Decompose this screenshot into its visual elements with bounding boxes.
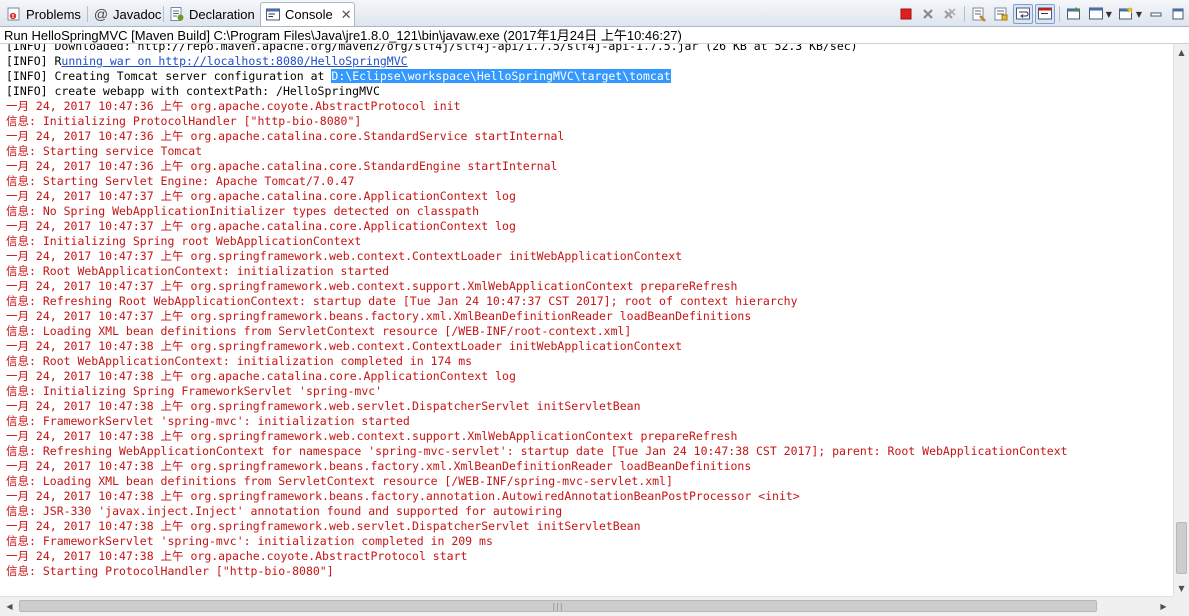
console-line: 信息: Root WebApplicationContext: initiali… (6, 264, 390, 278)
console-lines: [INFO] Downloaded: http://repo.maven.apa… (6, 44, 1068, 579)
minimize-icon[interactable] (1146, 4, 1166, 24)
vertical-scroll-thumb[interactable] (1176, 522, 1187, 574)
console-line: 信息: FrameworkServlet 'spring-mvc': initi… (6, 534, 493, 548)
console-line: 一月 24, 2017 10:47:37 上午 org.springframew… (6, 249, 683, 263)
tab-declaration-label: Declaration (189, 6, 255, 22)
console-line: [INFO] Downloaded: http://repo.maven.apa… (6, 44, 858, 53)
tab-separator (163, 6, 164, 22)
chevron-down-icon[interactable]: ▼ (1106, 10, 1112, 19)
console-line: 信息: Initializing ProtocolHandler ["http-… (6, 114, 362, 128)
maximize-icon[interactable] (1168, 4, 1188, 24)
vertical-scrollbar[interactable]: ▲ ▼ (1173, 44, 1189, 596)
console-toolbar: ▼ ▼ (895, 3, 1189, 25)
tab-javadoc-label: Javadoc (113, 6, 162, 22)
console-line: 一月 24, 2017 10:47:38 上午 org.springframew… (6, 399, 641, 413)
console-line: 一月 24, 2017 10:47:37 上午 org.apache.catal… (6, 219, 516, 233)
remove-all-terminated-icon[interactable] (940, 4, 960, 24)
show-on-output-icon[interactable] (1034, 4, 1055, 24)
pin-console-icon[interactable] (1064, 4, 1084, 24)
scrollbar-corner (1173, 596, 1189, 616)
console-line: 信息: Refreshing Root WebApplicationContex… (6, 294, 798, 308)
scroll-grip-icon: ||| (552, 601, 564, 611)
scroll-down-icon[interactable]: ▼ (1174, 580, 1189, 596)
display-console-icon[interactable] (1086, 4, 1106, 24)
toolbar-separator (963, 6, 965, 22)
console-line: 一月 24, 2017 10:47:38 上午 org.springframew… (6, 459, 752, 473)
console-line: 一月 24, 2017 10:47:37 上午 org.springframew… (6, 309, 752, 323)
scroll-left-icon[interactable]: ◀ (1, 598, 18, 615)
console-line: 一月 24, 2017 10:47:38 上午 org.apache.catal… (6, 369, 516, 383)
tab-problems[interactable]: Problems (2, 2, 87, 26)
console-line: 一月 24, 2017 10:47:38 上午 org.apache.coyot… (6, 549, 468, 563)
console-line: 信息: Initializing Spring FrameworkServlet… (6, 384, 383, 398)
console-line: 一月 24, 2017 10:47:36 上午 org.apache.coyot… (6, 99, 461, 113)
close-icon[interactable]: ✕ (341, 7, 352, 23)
scroll-right-icon[interactable]: ▶ (1155, 598, 1172, 615)
console-line: 信息: Starting Servlet Engine: Apache Tomc… (6, 174, 355, 188)
chevron-down-icon[interactable]: ▼ (1136, 10, 1142, 19)
console-line: 信息: No Spring WebApplicationInitializer … (6, 204, 480, 218)
console-line: [INFO] create webapp with contextPath: /… (6, 84, 380, 98)
run-description: Run HelloSpringMVC [Maven Build] C:\Prog… (0, 27, 1189, 44)
horizontal-scrollbar[interactable]: ◀ ||| ▶ (0, 596, 1173, 616)
tab-javadoc[interactable]: @ Javadoc (89, 2, 167, 26)
at-icon: @ (93, 6, 109, 22)
console-line: 一月 24, 2017 10:47:37 上午 org.springframew… (6, 279, 738, 293)
declaration-icon (169, 6, 185, 22)
console-output[interactable]: [INFO] Downloaded: http://repo.maven.apa… (0, 44, 1173, 596)
console-line-text: [INFO] Creating Tomcat server configurat… (6, 69, 332, 83)
console-line-text: [INFO] R (6, 54, 62, 68)
console-line: 一月 24, 2017 10:47:36 上午 org.apache.catal… (6, 129, 565, 143)
console-line: 信息: FrameworkServlet 'spring-mvc': initi… (6, 414, 410, 428)
console-line: 一月 24, 2017 10:47:38 上午 org.springframew… (6, 429, 738, 443)
console-line: 信息: JSR-330 'javax.inject.Inject' annota… (6, 504, 563, 518)
toolbar-separator (1058, 6, 1060, 22)
console-line: 信息: Starting ProtocolHandler ["http-bio-… (6, 564, 334, 578)
scroll-up-icon[interactable]: ▲ (1174, 44, 1189, 60)
scroll-lock-icon[interactable] (991, 4, 1011, 24)
tab-problems-label: Problems (26, 6, 81, 22)
console-line: 一月 24, 2017 10:47:38 上午 org.springframew… (6, 489, 800, 503)
console-line: 一月 24, 2017 10:47:38 上午 org.springframew… (6, 339, 683, 353)
clear-console-icon[interactable] (969, 4, 989, 24)
console-line: 信息: Loading XML bean definitions from Se… (6, 324, 632, 338)
word-wrap-icon[interactable] (1012, 4, 1033, 24)
console-line: 信息: Refreshing WebApplicationContext for… (6, 444, 1068, 458)
tab-separator (87, 6, 88, 22)
console-line: [INFO] Running war on http://localhost:8… (6, 54, 1068, 69)
new-console-icon[interactable] (1116, 4, 1136, 24)
tab-console-label: Console (285, 7, 333, 22)
console-line: 信息: Initializing Spring root WebApplicat… (6, 234, 362, 248)
console-line: 一月 24, 2017 10:47:38 上午 org.springframew… (6, 519, 641, 533)
view-tab-bar: Problems @ Javadoc Declaration Console ✕… (0, 0, 1189, 27)
console-icon (265, 7, 281, 23)
tab-console[interactable]: Console ✕ (260, 2, 355, 26)
remove-launch-icon[interactable] (918, 4, 938, 24)
localhost-link[interactable]: unning war on http://localhost:8080/Hell… (61, 54, 407, 68)
terminate-icon[interactable] (896, 4, 916, 24)
console-line: [INFO] Creating Tomcat server configurat… (6, 69, 1068, 84)
console-line: 一月 24, 2017 10:47:36 上午 org.apache.catal… (6, 159, 558, 173)
console-line: 信息: Loading XML bean definitions from Se… (6, 474, 673, 488)
console-line: 一月 24, 2017 10:47:37 上午 org.apache.catal… (6, 189, 516, 203)
console-line: 信息: Root WebApplicationContext: initiali… (6, 354, 473, 368)
console-line: 信息: Starting service Tomcat (6, 144, 203, 158)
horizontal-scroll-thumb[interactable]: ||| (19, 600, 1097, 612)
selected-text[interactable]: D:\Eclipse\workspace\HelloSpringMVC\targ… (331, 69, 671, 83)
problems-icon (6, 6, 22, 22)
tab-declaration[interactable]: Declaration (165, 2, 261, 26)
